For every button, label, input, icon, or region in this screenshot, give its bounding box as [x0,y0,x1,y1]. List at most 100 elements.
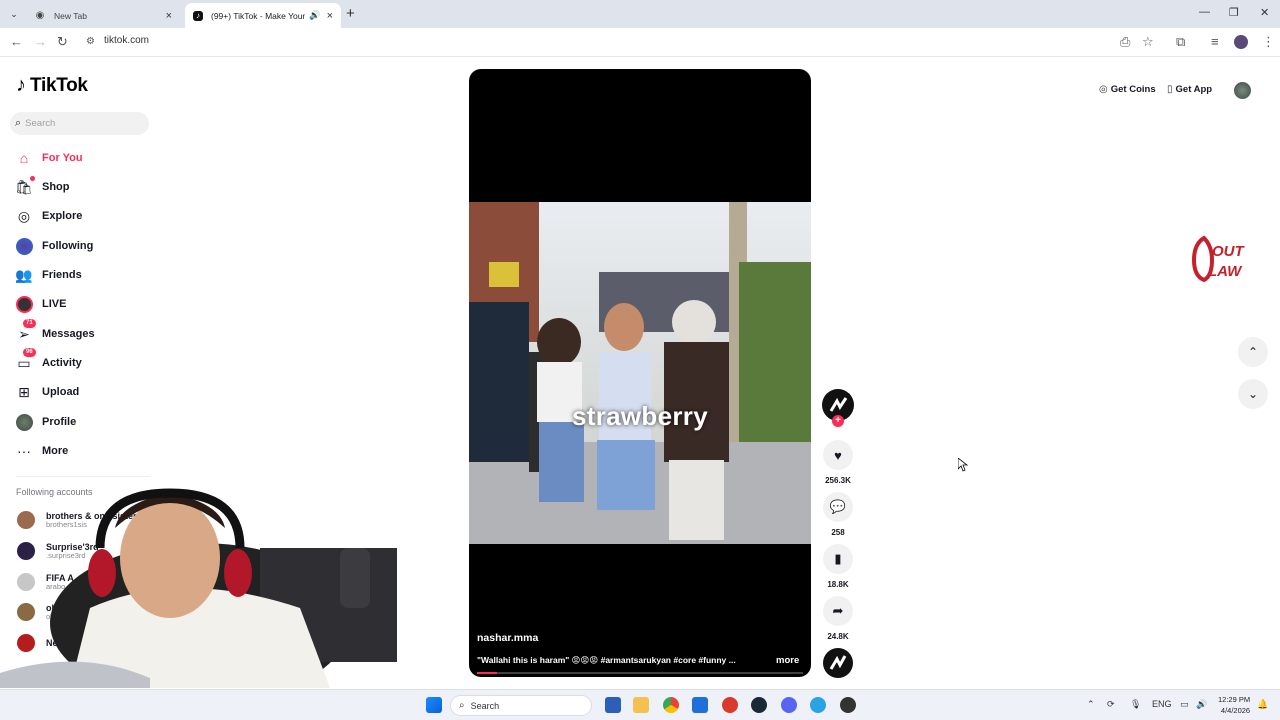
nav-upload[interactable]: ⊞ Upload [14,382,79,402]
restore-icon[interactable]: ❐ [1229,6,1239,19]
media-app-icon[interactable] [722,697,738,713]
user-avatar[interactable] [1234,82,1251,99]
chrome-icon: ◉ [35,10,45,21]
close-tab-icon[interactable]: × [327,10,333,22]
following-avatar-icon [14,236,34,256]
bookmark-star-icon[interactable]: ☆ [1142,34,1154,50]
kebab-menu-icon[interactable]: ⋮ [1262,34,1275,50]
taskbar-search[interactable]: ⌕ Search [450,695,592,716]
media-control-icon[interactable]: ≡ [1211,34,1219,49]
speaker-icon[interactable]: 🔊 [309,10,320,21]
windows-taskbar: ⌕ Search ⌃ ⟳ 🎙 ENG ▭ 🔊 12:29 PM 4/4/2026… [0,689,1280,720]
network-icon[interactable]: ▭ [1180,699,1189,710]
close-window-icon[interactable]: ✕ [1260,6,1269,19]
forward-icon[interactable]: → [34,34,47,49]
messenger-icon[interactable] [810,697,826,713]
sidebar-divider [16,476,150,477]
outlaw-watermark: OUT LAW [1191,235,1246,282]
profile-avatar-icon [14,412,34,432]
nav-following[interactable]: Following [14,236,93,256]
previous-video-button[interactable]: ⌃ [1238,337,1268,367]
share-button[interactable]: ➦ [823,596,853,626]
reload-icon[interactable]: ↻ [57,34,68,50]
file-explorer-icon[interactable] [633,697,649,713]
tiktok-note-icon: ♪ [16,74,26,96]
taskbar-search-label: Search [470,700,500,711]
nav-label: Upload [42,386,80,398]
sync-icon[interactable]: ⟳ [1107,699,1115,710]
get-coins-button[interactable]: ◎ Get Coins [1099,84,1156,95]
system-clock[interactable]: 12:29 PM 4/4/2026 [1218,694,1250,716]
search-box[interactable]: ⌕ [10,112,149,135]
outlaw-text-top: OUT [1212,243,1246,260]
phone-icon: ▯ [1167,84,1173,95]
new-tab-button[interactable]: + [346,5,355,22]
microphone-icon[interactable]: 🎙 [1130,699,1141,710]
nav-live[interactable]: LIVE [14,294,66,314]
nav-messages[interactable]: ➢ 71 Messages [14,319,95,344]
volume-icon[interactable]: 🔊 [1196,699,1207,710]
close-tab-icon[interactable]: × [166,10,172,22]
follow-plus-button[interactable]: + [832,415,844,427]
nav-profile[interactable]: Profile [14,412,76,432]
obs-icon[interactable] [840,697,856,713]
activity-icon: ▭ 96 [14,348,36,373]
notification-bell-icon[interactable]: 🔔 [1257,699,1268,710]
notification-dot [30,176,35,181]
nav-friends[interactable]: 👥 Friends [14,265,81,285]
home-icon: ⌂ [19,150,29,166]
nav-label: Following [42,240,94,252]
nav-more[interactable]: ··· More [14,441,68,461]
photos-icon[interactable] [692,697,708,713]
nav-activity[interactable]: ▭ 96 Activity [14,348,82,373]
comment-button[interactable]: 💬 [823,492,853,522]
description-more-link[interactable]: more [776,655,799,666]
discord-icon[interactable] [781,697,797,713]
install-app-icon[interactable]: ⎙ [1120,34,1130,50]
tab-new-tab[interactable]: ◉ New Tab × [26,3,180,28]
extensions-icon[interactable]: ⧉ [1176,34,1185,50]
get-app-button[interactable]: ▯ Get App [1167,84,1212,95]
back-icon[interactable]: ← [10,34,23,49]
like-count: 256.3K [825,476,851,485]
tab-search-button[interactable]: ⌄ [6,6,22,22]
browser-tab-strip: ⌄ ◉ New Tab × ♪ (99+) TikTok - Make Your… [0,0,1280,28]
steam-icon[interactable] [751,697,767,713]
minimize-icon[interactable]: — [1199,6,1210,18]
friends-icon: 👥 [15,266,33,283]
address-bar[interactable]: tiktok.com [104,35,149,46]
sound-disc-button[interactable] [823,648,853,678]
like-button[interactable]: ♥ [823,440,853,470]
clock-time: 12:29 PM [1218,695,1251,704]
video-author[interactable]: nashar.mma [477,632,538,644]
tiktok-favicon-icon: ♪ [193,10,203,21]
live-avatar-icon [14,294,34,314]
next-video-button[interactable]: ⌄ [1238,379,1268,409]
profile-avatar-icon[interactable] [1234,35,1248,49]
language-indicator[interactable]: ENG [1152,699,1172,709]
nav-explore[interactable]: ◎ Explore [14,206,82,226]
nav-label: Profile [42,416,77,428]
webcam-overlay [0,488,397,688]
save-button[interactable]: ▮ [823,544,853,574]
windows-start-icon[interactable] [426,697,442,713]
nav-label: More [42,445,69,457]
video-player[interactable]: strawberry nashar.mma "Wallahi this is h… [469,69,811,677]
nav-label: For You [42,152,83,164]
tray-overflow-icon[interactable]: ⌃ [1087,699,1095,710]
search-input[interactable] [25,118,136,129]
nav-label: Shop [42,181,70,193]
nav-shop[interactable]: 🛍 Shop [14,176,70,197]
site-info-icon[interactable]: ⚙ [86,36,95,47]
tab-title: New Tab [54,10,87,21]
chrome-taskbar-icon[interactable] [663,697,679,713]
outlaw-text-bottom: LAW [1208,263,1243,280]
compass-icon: ◎ [17,207,31,224]
video-progress-bar[interactable] [477,672,803,674]
tiktok-logo[interactable]: ♪ TikTok [16,74,88,97]
tab-tiktok[interactable]: ♪ (99+) TikTok - Make Your Day 🔊 × [185,3,341,28]
store-icon[interactable] [605,697,621,713]
nav-for-you[interactable]: ⌂ For You [14,148,83,168]
tab-title: (99+) TikTok - Make Your Day [211,10,306,21]
get-app-label: Get App [1175,84,1213,95]
